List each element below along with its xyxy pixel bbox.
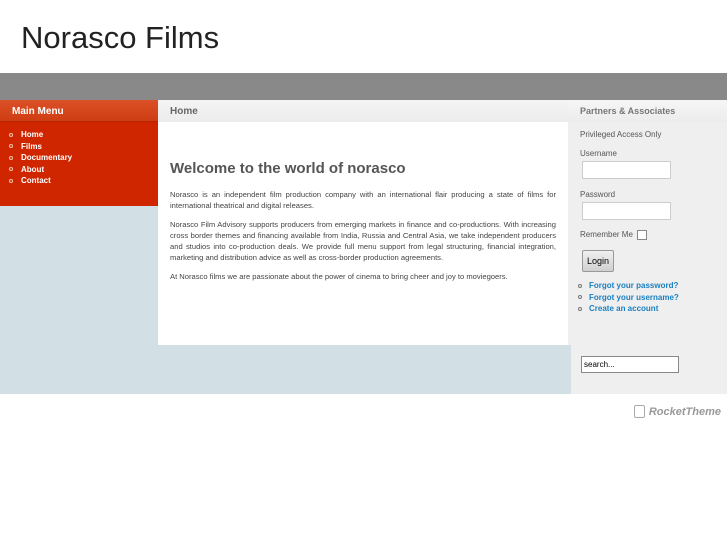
bullet-icon bbox=[9, 144, 13, 149]
paragraph: Norasco Film Advisory supports producers… bbox=[170, 220, 556, 262]
bullet-icon bbox=[9, 167, 13, 172]
menu-item-home[interactable]: Home bbox=[9, 129, 158, 141]
login-panel: Partners & Associates Privileged Access … bbox=[568, 100, 727, 345]
menu-item-films[interactable]: Films bbox=[9, 141, 158, 153]
link-label: Forgot your username? bbox=[589, 292, 679, 302]
bullet-icon bbox=[578, 306, 582, 311]
bullet-icon bbox=[9, 178, 13, 183]
bullet-icon bbox=[9, 132, 13, 137]
breadcrumb[interactable]: Home bbox=[158, 100, 568, 122]
menu-label: Documentary bbox=[21, 153, 73, 163]
bullet-icon bbox=[578, 295, 582, 300]
logo-text: RocketTheme bbox=[648, 405, 721, 418]
paragraph: Norasco is an independent film productio… bbox=[170, 190, 556, 210]
link-label: Forgot your password? bbox=[589, 281, 679, 291]
nav-bar bbox=[0, 73, 727, 100]
forgot-username-link[interactable]: Forgot your username? bbox=[578, 292, 727, 304]
remember-checkbox[interactable] bbox=[636, 230, 647, 240]
page-heading: Welcome to the world of norasco bbox=[170, 160, 406, 177]
rocket-icon bbox=[633, 405, 645, 418]
forgot-password-link[interactable]: Forgot your password? bbox=[578, 280, 727, 292]
menu-label: About bbox=[21, 164, 45, 174]
paragraph: At Norasco films we are passionate about… bbox=[170, 272, 508, 281]
username-input[interactable] bbox=[582, 161, 671, 179]
bullet-icon bbox=[9, 155, 13, 160]
menu-label: Films bbox=[21, 141, 42, 151]
password-input[interactable] bbox=[582, 202, 671, 220]
menu-label: Contact bbox=[21, 176, 51, 186]
main-content: Home Welcome to the world of norasco Nor… bbox=[158, 100, 568, 345]
password-label: Password bbox=[580, 190, 616, 199]
remember-row: Remember Me bbox=[580, 230, 715, 240]
bullet-icon bbox=[578, 283, 582, 288]
menu-item-about[interactable]: About bbox=[9, 164, 158, 176]
login-button[interactable]: Login bbox=[582, 250, 614, 272]
username-label: Username bbox=[580, 149, 617, 158]
login-subtitle: Privileged Access Only bbox=[580, 130, 662, 139]
main-menu: Main Menu Home Films Documentary About C… bbox=[0, 100, 158, 206]
site-title: Norasco Films bbox=[21, 20, 220, 55]
login-title: Partners & Associates bbox=[568, 100, 727, 122]
main-menu-title: Main Menu bbox=[0, 100, 158, 122]
link-label: Create an account bbox=[589, 304, 659, 314]
rockettheme-logo[interactable]: RocketTheme bbox=[633, 405, 721, 418]
menu-item-documentary[interactable]: Documentary bbox=[9, 152, 158, 164]
search-input[interactable] bbox=[581, 356, 679, 373]
create-account-link[interactable]: Create an account bbox=[578, 303, 727, 315]
remember-label: Remember Me bbox=[580, 230, 633, 240]
menu-item-contact[interactable]: Contact bbox=[9, 175, 158, 187]
menu-label: Home bbox=[21, 130, 44, 140]
